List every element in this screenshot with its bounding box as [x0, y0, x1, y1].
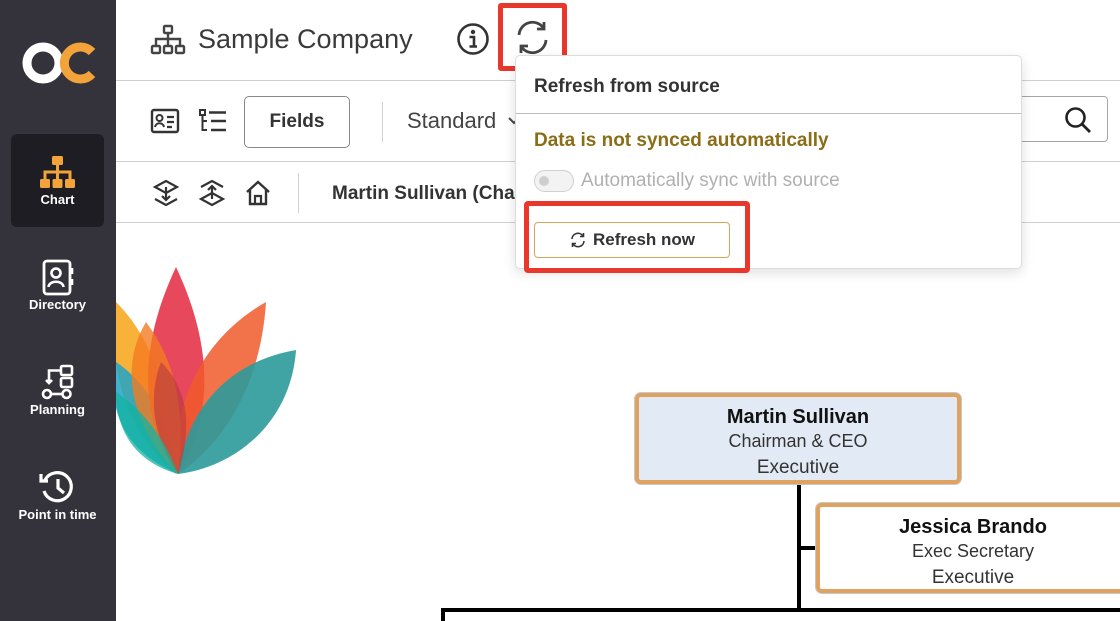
connector-line	[441, 608, 445, 621]
breadcrumb[interactable]: Martin Sullivan (Cha	[332, 183, 515, 205]
info-icon[interactable]	[456, 22, 490, 56]
node-title: Chairman & CEO	[728, 431, 868, 451]
node-department: Executive	[756, 457, 840, 478]
node-title: Exec Secretary	[911, 541, 1035, 561]
org-node-secretary[interactable]: Jessica Brando Exec Secretary Executive	[816, 503, 1120, 593]
expand-levels-icon[interactable]	[152, 178, 180, 208]
card-view-icon[interactable]	[150, 108, 180, 134]
page-title: Sample Company	[198, 24, 413, 54]
toggle-knob	[539, 176, 549, 186]
app-logo[interactable]	[22, 40, 96, 86]
auto-sync-label: Automatically sync with source	[581, 170, 840, 191]
sidebar-item-point-in-time[interactable]: Point in time	[11, 449, 104, 542]
fields-button[interactable]: Fields	[244, 96, 350, 148]
sidebar-item-label: Planning	[30, 402, 85, 417]
refresh-now-button[interactable]: Refresh now	[534, 222, 730, 258]
sidebar-item-label: Directory	[28, 297, 87, 312]
search-icon[interactable]	[1064, 106, 1092, 134]
view-mode-select[interactable]: Standard	[407, 108, 496, 134]
connector-line	[441, 608, 1120, 612]
popup-title: Refresh from source	[534, 76, 720, 97]
auto-sync-toggle[interactable]	[534, 170, 574, 192]
planning-icon	[41, 364, 74, 400]
tree-list-icon[interactable]	[198, 108, 228, 134]
node-name: Martin Sullivan	[726, 406, 870, 428]
sidebar-item-chart[interactable]: Chart	[11, 134, 104, 227]
sidebar: Chart Directory Planning Point in time	[0, 0, 116, 621]
connector-line	[797, 546, 816, 550]
sidebar-item-label: Point in time	[18, 507, 97, 522]
home-icon[interactable]	[244, 178, 272, 208]
search-input[interactable]	[1016, 96, 1108, 142]
sidebar-item-directory[interactable]: Directory	[11, 239, 104, 332]
refresh-now-label: Refresh now	[593, 230, 696, 249]
refresh-popup: Refresh from source Data is not synced a…	[515, 55, 1022, 273]
company-logo	[116, 267, 296, 474]
collapse-levels-icon[interactable]	[198, 178, 226, 208]
sidebar-item-planning[interactable]: Planning	[11, 344, 104, 437]
app-window: Chart Directory Planning Point in time S…	[0, 0, 1120, 621]
refresh-icon	[571, 232, 585, 248]
node-department: Executive	[931, 567, 1015, 588]
org-node-ceo[interactable]: Martin Sullivan Chairman & CEO Executive	[635, 393, 961, 484]
toolbar-divider	[382, 102, 383, 142]
org-chart-icon	[40, 156, 75, 188]
popup-divider	[516, 113, 1021, 114]
node-name: Jessica Brando	[899, 516, 1047, 538]
directory-icon	[42, 259, 74, 296]
refresh-icon	[517, 20, 548, 55]
sidebar-item-label: Chart	[40, 192, 75, 207]
org-structure-icon	[150, 24, 186, 55]
history-icon	[39, 471, 73, 503]
toolbar-divider	[298, 173, 299, 213]
sync-warning: Data is not synced automatically	[534, 130, 829, 151]
